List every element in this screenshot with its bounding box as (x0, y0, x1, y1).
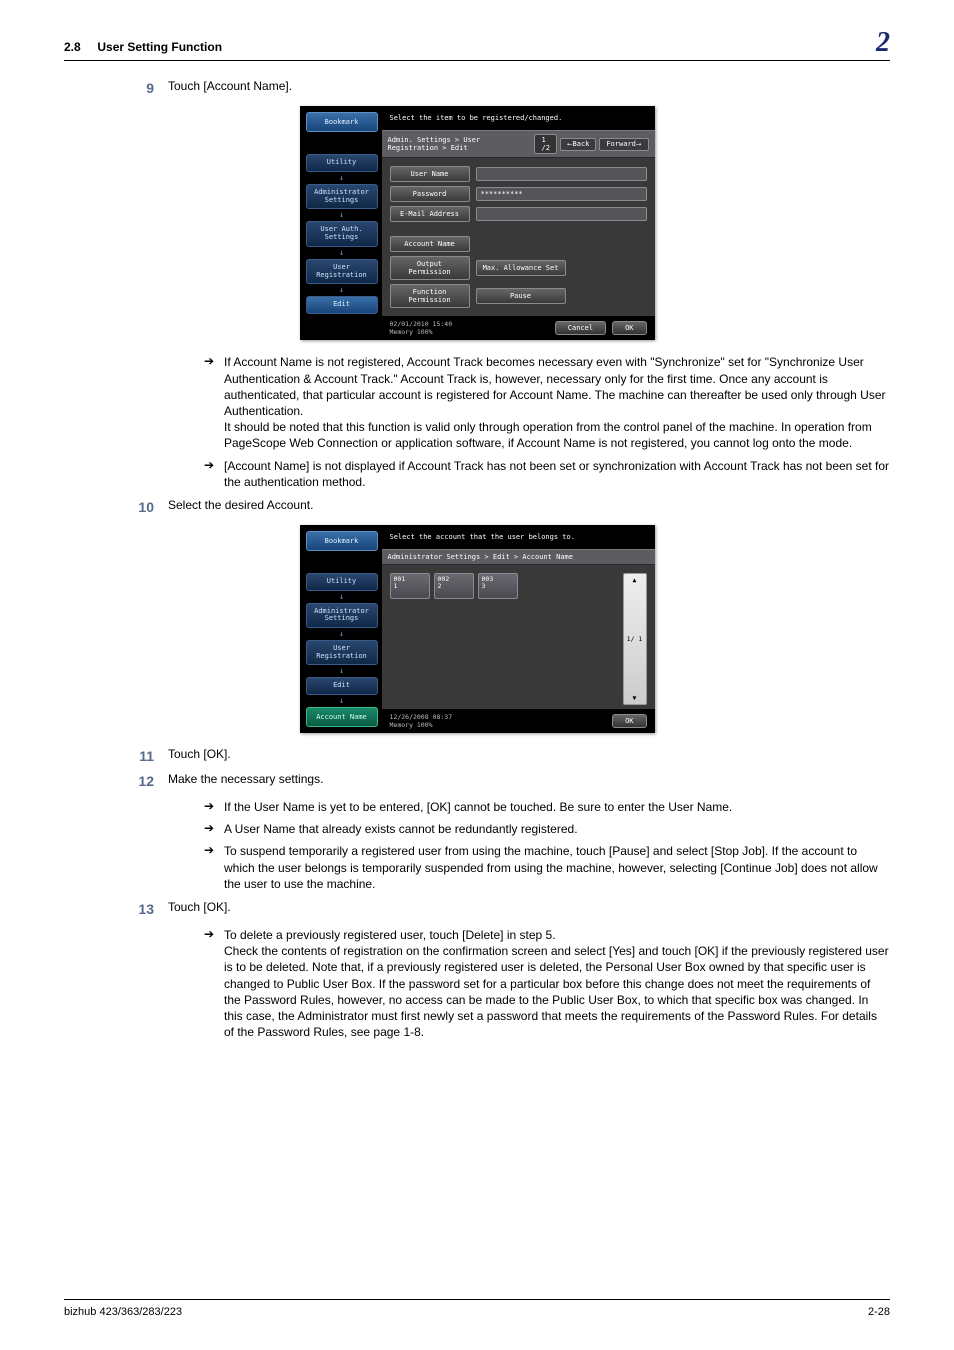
status-datetime: 02/01/2010 15:40 (390, 320, 453, 328)
password-button[interactable]: Password (390, 186, 470, 202)
note-item: ➔ If the User Name is yet to be entered,… (204, 799, 890, 815)
page-indicator: 1 /2 (534, 134, 556, 154)
utility-button[interactable]: Utility (306, 573, 378, 591)
function-permission-button[interactable]: Function Permission (390, 284, 470, 308)
arrow-right-icon: ➔ (204, 458, 224, 490)
note-item: ➔ To delete a previously registered user… (204, 927, 890, 1040)
step-12: 12 Make the necessary settings. (64, 772, 890, 789)
user-registration-button[interactable]: User Registration (306, 640, 378, 665)
status-memory: Memory 100% (390, 721, 433, 729)
step-number: 11 (64, 747, 168, 764)
note-item: ➔ A User Name that already exists cannot… (204, 821, 890, 837)
arrow-right-icon: ⭢ (636, 140, 642, 148)
step-9: 9 Touch [Account Name]. (64, 79, 890, 96)
bookmark-button[interactable]: Bookmark (306, 112, 378, 132)
forward-button[interactable]: Forward⭢ (599, 138, 648, 151)
screenshot-select-account: Bookmark Utility ↓ Administrator Setting… (300, 525, 655, 733)
arrow-right-icon: ➔ (204, 843, 224, 892)
edit-button[interactable]: Edit (306, 677, 378, 695)
down-arrow-icon: ↓ (306, 593, 378, 601)
arrow-right-icon: ➔ (204, 799, 224, 815)
user-name-value (476, 167, 647, 181)
ok-button[interactable]: OK (612, 321, 646, 335)
account-name-button[interactable]: Account Name (390, 236, 470, 252)
account-item[interactable]: 001 1 (390, 573, 430, 599)
status-memory: Memory 100% (390, 328, 433, 336)
step-text: Touch [OK]. (168, 747, 890, 764)
step-10: 10 Select the desired Account. (64, 498, 890, 515)
utility-button[interactable]: Utility (306, 154, 378, 172)
chapter-number: 2 (876, 32, 890, 54)
down-arrow-icon: ↓ (306, 211, 378, 219)
page-header: 2.8 User Setting Function 2 (64, 32, 890, 61)
step-number: 10 (64, 498, 168, 515)
max-allowance-set-button[interactable]: Max. Allowance Set (476, 260, 566, 276)
bookmark-button[interactable]: Bookmark (306, 531, 378, 551)
password-value: ********** (476, 187, 647, 201)
arrow-right-icon: ➔ (204, 821, 224, 837)
admin-settings-button[interactable]: Administrator Settings (306, 603, 378, 628)
back-button[interactable]: ⭠Back (560, 138, 596, 151)
step-11: 11 Touch [OK]. (64, 747, 890, 764)
step-number: 9 (64, 79, 168, 96)
account-item[interactable]: 003 3 (478, 573, 518, 599)
panel-instruction: Select the account that the user belongs… (382, 525, 655, 549)
output-permission-button[interactable]: Output Permission (390, 256, 470, 280)
step-number: 12 (64, 772, 168, 789)
user-name-button[interactable]: User Name (390, 166, 470, 182)
account-name-tab[interactable]: Account Name (306, 707, 378, 727)
footer-page: 2-28 (868, 1306, 890, 1318)
account-item[interactable]: 002 2 (434, 573, 474, 599)
screenshot-edit-user: Bookmark Utility ↓ Administrator Setting… (300, 106, 655, 340)
arrow-right-icon: ➔ (204, 354, 224, 451)
ok-button[interactable]: OK (612, 714, 646, 728)
email-button[interactable]: E-Mail Address (390, 206, 470, 222)
page-footer: bizhub 423/363/283/223 2-28 (64, 1299, 890, 1318)
step-13: 13 Touch [OK]. (64, 900, 890, 917)
section-number: 2.8 (64, 40, 81, 54)
step-text: Select the desired Account. (168, 498, 890, 515)
down-arrow-icon: ↓ (306, 667, 378, 675)
step-number: 13 (64, 900, 168, 917)
chevron-up-icon[interactable]: ▲ (633, 576, 637, 584)
edit-button[interactable]: Edit (306, 296, 378, 314)
note-item: ➔ To suspend temporarily a registered us… (204, 843, 890, 892)
email-value (476, 207, 647, 221)
section-title: User Setting Function (97, 40, 222, 54)
status-datetime: 12/26/2008 08:37 (390, 713, 453, 721)
note-item: ➔ If Account Name is not registered, Acc… (204, 354, 890, 451)
down-arrow-icon: ↓ (306, 697, 378, 705)
pause-button[interactable]: Pause (476, 288, 566, 304)
breadcrumb: Administrator Settings > Edit > Account … (388, 553, 573, 561)
step-text: Touch [OK]. (168, 900, 890, 917)
step-text: Touch [Account Name]. (168, 79, 890, 96)
arrow-right-icon: ➔ (204, 927, 224, 1040)
admin-settings-button[interactable]: Administrator Settings (306, 184, 378, 209)
down-arrow-icon: ↓ (306, 174, 378, 182)
footer-model: bizhub 423/363/283/223 (64, 1306, 182, 1318)
down-arrow-icon: ↓ (306, 249, 378, 257)
note-item: ➔ [Account Name] is not displayed if Acc… (204, 458, 890, 490)
panel-instruction: Select the item to be registered/changed… (382, 106, 655, 130)
page-indicator: 1/ 1 (627, 635, 643, 643)
down-arrow-icon: ↓ (306, 286, 378, 294)
page-scroll[interactable]: ▲ 1/ 1 ▼ (623, 573, 647, 705)
chevron-down-icon[interactable]: ▼ (633, 694, 637, 702)
cancel-button[interactable]: Cancel (555, 321, 606, 335)
user-registration-button[interactable]: User Registration (306, 259, 378, 284)
step-text: Make the necessary settings. (168, 772, 890, 789)
breadcrumb: Admin. Settings > User Registration > Ed… (388, 136, 532, 152)
down-arrow-icon: ↓ (306, 630, 378, 638)
user-auth-settings-button[interactable]: User Auth. Settings (306, 221, 378, 246)
